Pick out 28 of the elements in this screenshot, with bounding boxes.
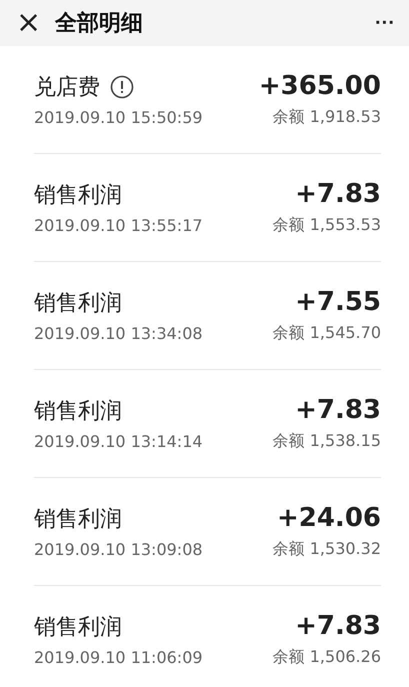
entry-balance: 余额 1,506.26 xyxy=(272,647,381,668)
page-title: 全部明细 xyxy=(55,10,144,38)
entry-amount: +24.06 xyxy=(276,503,381,533)
entry-time: 2019.09.10 13:09:08 xyxy=(34,540,203,559)
entry-balance: 余额 1,553.53 xyxy=(272,215,381,236)
entry-title: 销售利润 xyxy=(34,614,122,642)
more-button[interactable]: ··· xyxy=(375,12,395,34)
entry-amount: +7.55 xyxy=(295,287,381,317)
entry-amount: +7.83 xyxy=(295,395,381,425)
entry-amount: +7.83 xyxy=(295,179,381,209)
entry-balance: 余额 1,918.53 xyxy=(272,107,381,128)
close-button[interactable]: × xyxy=(12,8,46,38)
entry-title: 兑店费 xyxy=(34,74,100,102)
entry-title: 销售利润 xyxy=(34,182,122,210)
entry-title: 销售利润 xyxy=(34,290,122,318)
entry-time: 2019.09.10 15:50:59 xyxy=(34,108,203,127)
entry-time: 2019.09.10 11:06:09 xyxy=(34,648,203,667)
entry-balance: 余额 1,545.70 xyxy=(272,323,381,344)
entry-time: 2019.09.10 13:34:08 xyxy=(34,324,203,343)
entry-balance: 余额 1,538.15 xyxy=(272,431,381,452)
entry-title: 销售利润 xyxy=(34,506,122,534)
entry-time: 2019.09.10 13:55:17 xyxy=(34,216,203,235)
entry-title: 销售利润 xyxy=(34,398,122,426)
entry-balance: 余额 1,530.32 xyxy=(272,539,381,560)
entry-amount: +365.00 xyxy=(258,71,381,101)
entry-amount: +7.83 xyxy=(295,611,381,641)
entry-time: 2019.09.10 13:14:14 xyxy=(34,432,203,451)
info-icon[interactable] xyxy=(110,75,134,99)
